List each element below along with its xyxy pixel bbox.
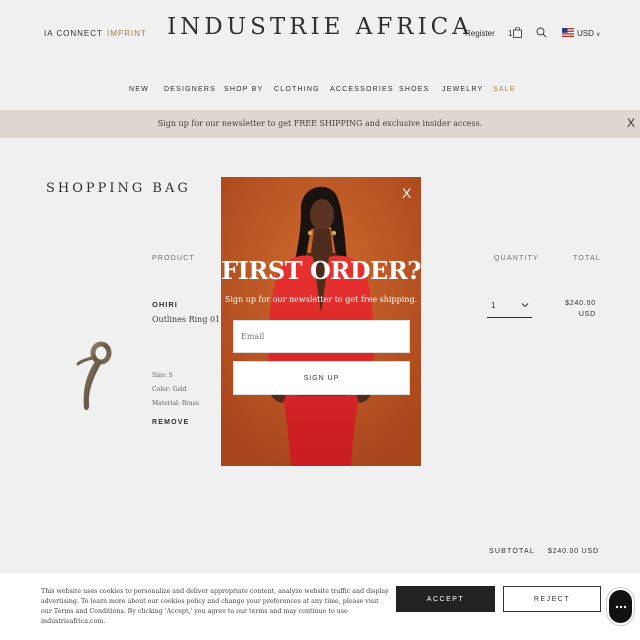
- chat-icon: [615, 605, 627, 609]
- newsletter-modal: X FIRST ORDER? Sign up for our newslette…: [221, 177, 421, 466]
- modal-subtitle: Sign up for our newsletter to get free s…: [224, 295, 418, 304]
- chat-button[interactable]: [607, 588, 634, 625]
- close-icon[interactable]: X: [402, 185, 411, 201]
- reject-button[interactable]: REJECT: [503, 586, 601, 612]
- modal-title: FIRST ORDER?: [221, 256, 421, 285]
- cookie-text: This website uses cookies to personalize…: [41, 588, 389, 625]
- accept-button[interactable]: ACCEPT: [396, 586, 495, 612]
- sign-up-button[interactable]: SIGN UP: [233, 361, 410, 395]
- email-field[interactable]: [233, 320, 410, 353]
- cookie-banner: This website uses cookies to personalize…: [0, 572, 640, 640]
